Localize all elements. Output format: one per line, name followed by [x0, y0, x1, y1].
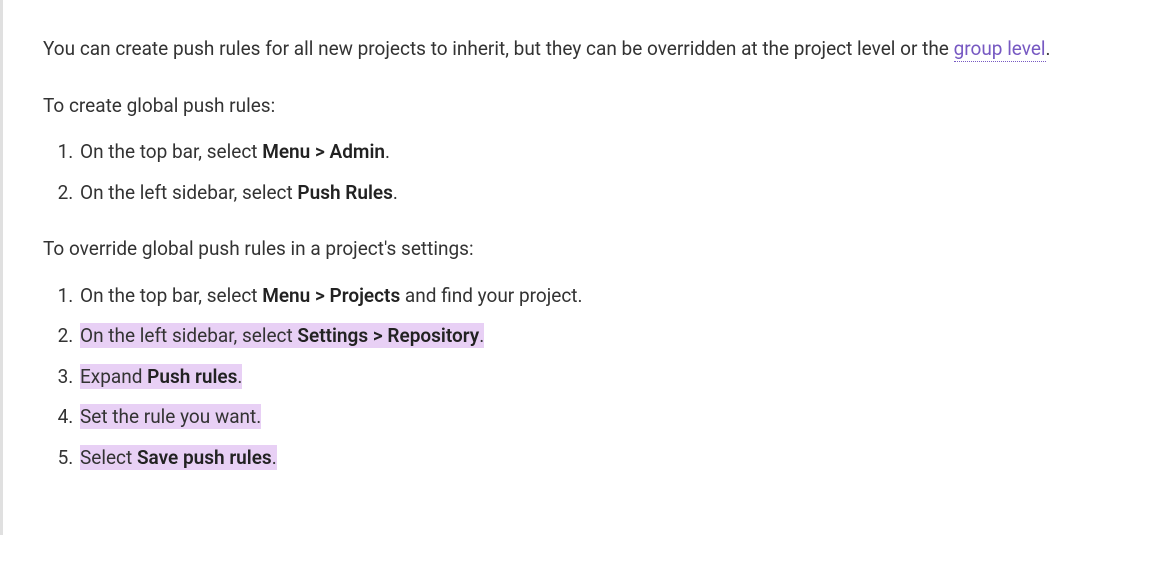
item-bold: Menu > Admin [262, 140, 385, 163]
item-suffix: . [272, 446, 277, 469]
intro-paragraph: You can create push rules for all new pr… [43, 35, 1126, 64]
list-item: On the top bar, select Menu > Admin. [78, 138, 1126, 167]
highlighted-text: Set the rule you want. [80, 404, 261, 429]
section2-list: On the top bar, select Menu > Projects a… [78, 282, 1126, 473]
list-item: Select Save push rules. [78, 444, 1126, 473]
section1-list: On the top bar, select Menu > Admin.On t… [78, 138, 1126, 207]
item-text: On the top bar, select [80, 284, 262, 307]
item-bold: Settings > Repository [297, 324, 479, 347]
item-suffix: . [479, 324, 484, 347]
item-text: Expand [80, 365, 147, 388]
list-item: Expand Push rules. [78, 363, 1126, 392]
item-suffix: . [393, 181, 398, 204]
item-text: Select [80, 446, 137, 469]
item-text: On the left sidebar, select [80, 181, 297, 204]
intro-text-after: . [1046, 37, 1051, 60]
item-text: Set the rule you want. [80, 405, 261, 428]
highlighted-text: On the left sidebar, select Settings > R… [80, 323, 484, 348]
item-suffix: . [385, 140, 390, 163]
intro-text-before: You can create push rules for all new pr… [43, 37, 954, 60]
section2-heading: To override global push rules in a proje… [43, 235, 1126, 264]
group-level-link[interactable]: group level [954, 37, 1046, 62]
highlighted-text: Expand Push rules. [80, 364, 242, 389]
item-text: On the left sidebar, select [80, 324, 297, 347]
item-bold: Push Rules [297, 181, 393, 204]
item-suffix: . [237, 365, 242, 388]
item-middle: and find your project. [400, 284, 582, 307]
section1-heading: To create global push rules: [43, 92, 1126, 121]
item-text: On the top bar, select [80, 140, 262, 163]
list-item: On the top bar, select Menu > Projects a… [78, 282, 1126, 311]
highlighted-text: Select Save push rules. [80, 445, 277, 470]
list-item: Set the rule you want. [78, 403, 1126, 432]
list-item: On the left sidebar, select Settings > R… [78, 322, 1126, 351]
item-bold: Save push rules [137, 446, 272, 469]
item-bold: Menu > Projects [262, 284, 400, 307]
list-item: On the left sidebar, select Push Rules. [78, 179, 1126, 208]
item-bold: Push rules [147, 365, 237, 388]
